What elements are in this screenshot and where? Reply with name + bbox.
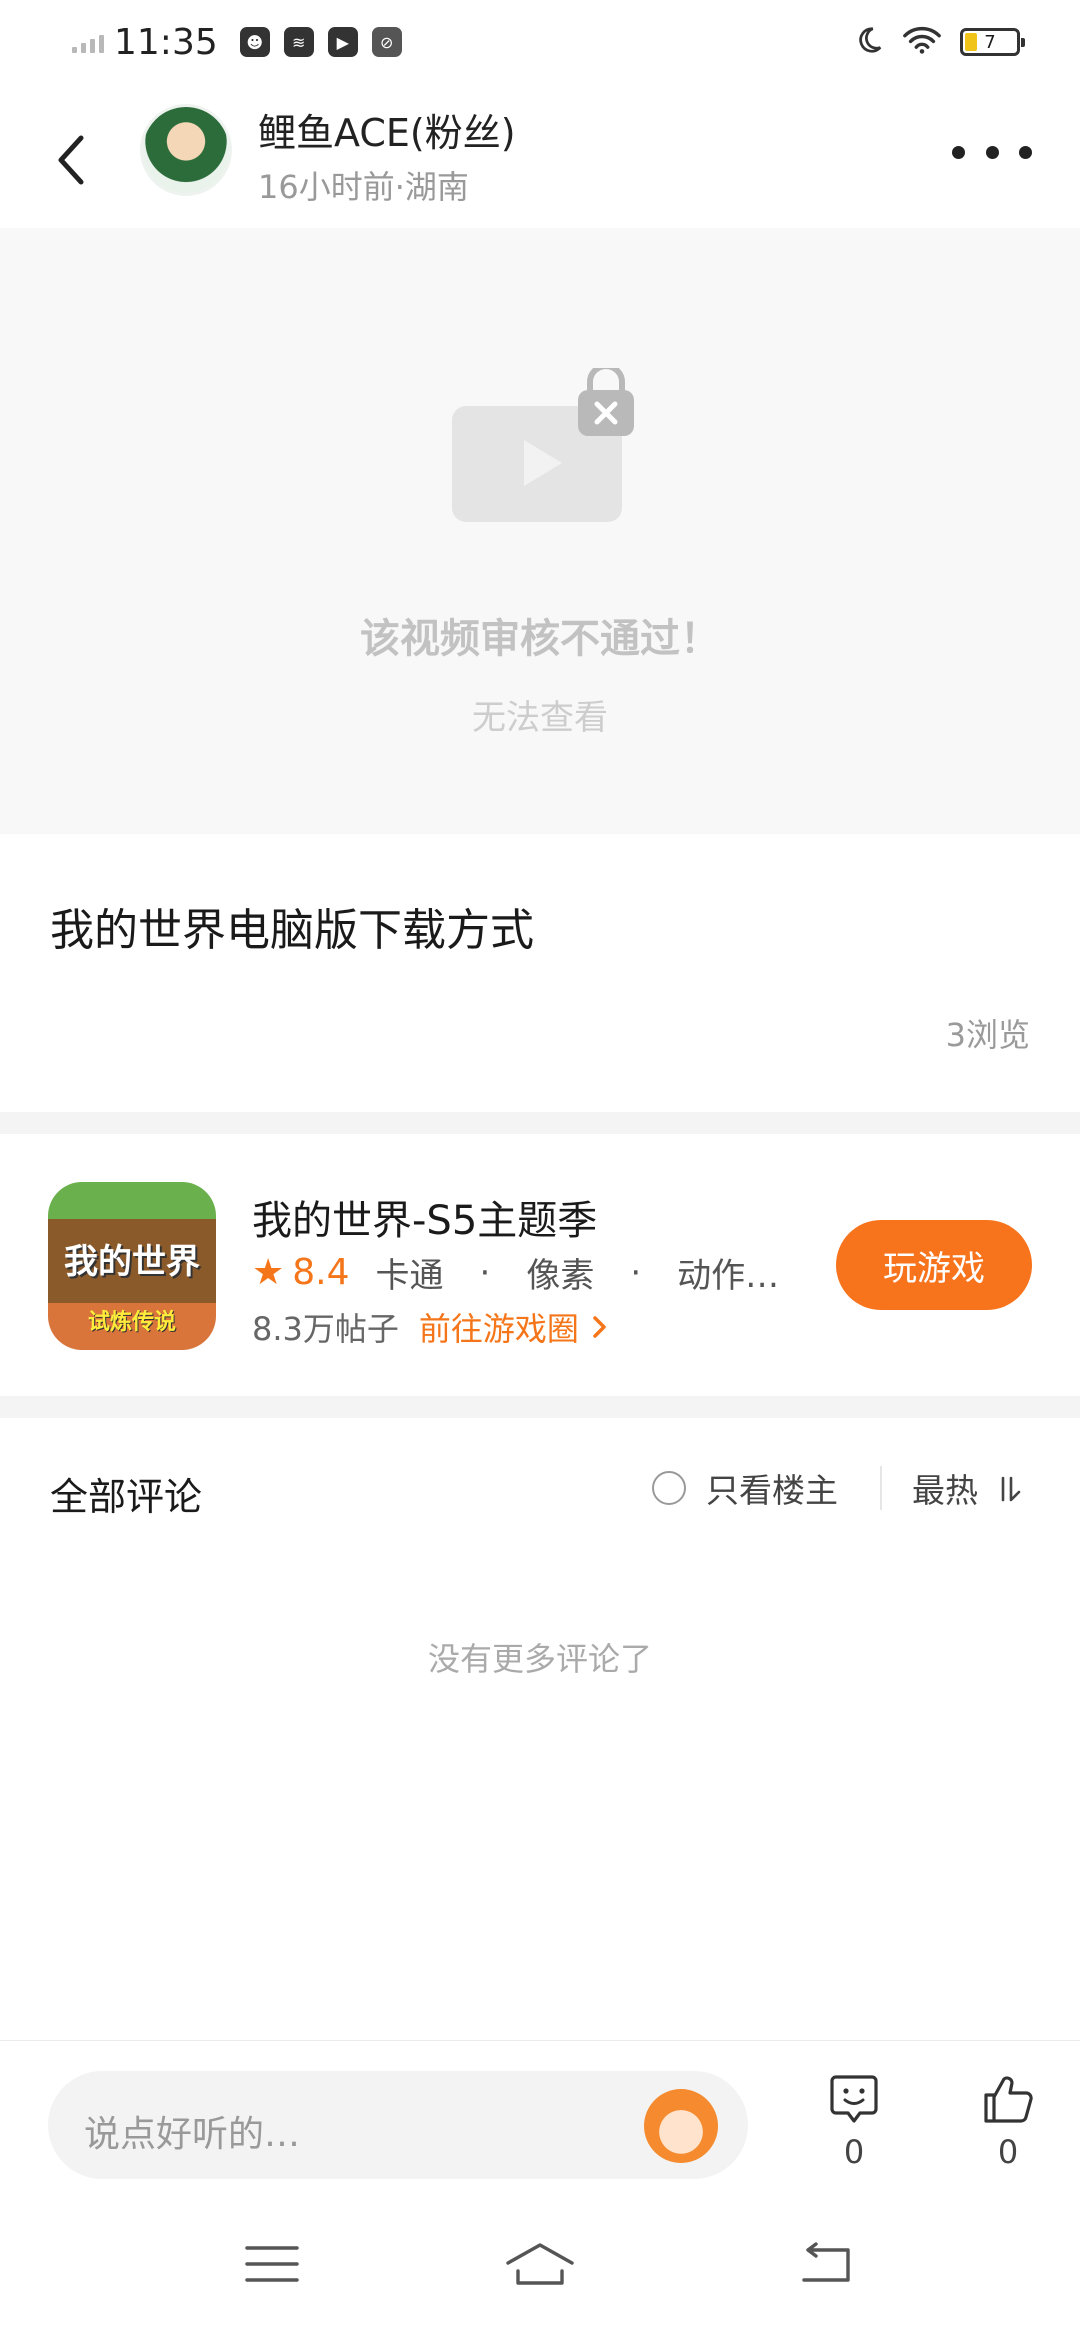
author-avatar[interactable] bbox=[140, 104, 232, 196]
radio-icon[interactable] bbox=[652, 1471, 686, 1505]
play-app-icon: ▶ bbox=[327, 27, 358, 57]
mascot-emoji-icon[interactable] bbox=[644, 2089, 718, 2163]
header-separator bbox=[880, 1466, 882, 1510]
game-tag: 像素 bbox=[526, 1256, 595, 1296]
menu-button[interactable] bbox=[232, 2234, 312, 2294]
go-to-circle-link[interactable]: 前往游戏圈 bbox=[419, 1304, 579, 1350]
game-name[interactable]: 我的世界-S5主题季 bbox=[252, 1188, 597, 1246]
comment-button[interactable]: 0 bbox=[804, 2071, 904, 2171]
game-icon[interactable]: 我的世界 试炼传说 bbox=[48, 1182, 216, 1350]
game-rating-row: ★ 8.4 卡通 · 像素 · 动作… bbox=[252, 1248, 779, 1297]
game-icon-subtitle: 试炼传说 bbox=[87, 1310, 176, 1335]
sort-label: 最热 bbox=[912, 1471, 978, 1510]
chevron-left-icon bbox=[58, 135, 84, 185]
section-divider bbox=[0, 1396, 1080, 1418]
game-posts-row: 8.3万帖子 前往游戏圈 bbox=[252, 1304, 611, 1350]
post-meta: 16小时前·湖南 bbox=[258, 168, 469, 206]
blocked-video-icon bbox=[452, 368, 634, 522]
app-notification-icon: ≋ bbox=[283, 27, 314, 57]
sort-icon bbox=[1001, 1476, 1020, 1502]
status-time: 11:35 bbox=[114, 21, 218, 63]
status-bar: 11:35 ☻ ≋ ▶ ⊘ 7 bbox=[0, 0, 1080, 84]
back-button[interactable] bbox=[40, 120, 100, 200]
signal-icon bbox=[72, 31, 104, 53]
comment-input[interactable]: 说点好听的… bbox=[48, 2071, 748, 2179]
view-count: 3浏览 bbox=[945, 1016, 1030, 1054]
return-icon bbox=[802, 2242, 850, 2282]
wifi-icon bbox=[902, 25, 942, 59]
video-player: 该视频审核不通过！ 无法查看 bbox=[0, 228, 1080, 834]
tag-separator: · bbox=[479, 1252, 491, 1293]
like-count: 0 bbox=[997, 2133, 1019, 2171]
tag-separator: · bbox=[630, 1252, 642, 1293]
comment-placeholder: 说点好听的… bbox=[84, 2114, 301, 2155]
bottom-action-bar: 说点好听的… 0 0 bbox=[0, 2040, 1080, 2190]
app-notification-icon: ⊘ bbox=[371, 27, 402, 57]
app-notification-icon: ☻ bbox=[239, 27, 270, 57]
comments-title: 全部评论 bbox=[50, 1475, 203, 1519]
back-nav-button[interactable] bbox=[786, 2234, 866, 2294]
more-dot bbox=[985, 145, 999, 159]
no-more-comments: 没有更多评论了 bbox=[427, 1640, 652, 1678]
game-tag: 卡通 bbox=[375, 1256, 444, 1296]
battery-level: 7 bbox=[984, 31, 996, 53]
more-dot bbox=[1019, 145, 1032, 159]
system-navigation-bar bbox=[0, 2190, 1080, 2340]
moon-icon bbox=[854, 25, 884, 59]
game-icon-title: 我的世界 bbox=[64, 1242, 200, 1282]
only-author-label: 只看楼主 bbox=[706, 1471, 838, 1510]
game-post-count: 8.3万帖子 bbox=[252, 1310, 399, 1348]
section-divider bbox=[0, 1112, 1080, 1134]
post-header: 鲤鱼ACE(粉丝) 16小时前·湖南 bbox=[0, 84, 1080, 228]
menu-icon bbox=[245, 2246, 299, 2282]
video-blocked-title: 该视频审核不通过！ bbox=[360, 616, 720, 662]
only-author-toggle[interactable]: 只看楼主 bbox=[652, 1464, 838, 1512]
play-game-button[interactable]: 玩游戏 bbox=[836, 1220, 1032, 1310]
chevron-right-icon bbox=[593, 1316, 606, 1338]
home-button[interactable] bbox=[500, 2234, 580, 2294]
comments-header: 全部评论 只看楼主 最热 bbox=[0, 1420, 1080, 1560]
comment-icon bbox=[830, 2075, 878, 2123]
more-dot bbox=[952, 145, 965, 159]
thumbs-up-icon bbox=[984, 2076, 1033, 2123]
home-icon bbox=[506, 2243, 574, 2285]
battery-icon: 7 bbox=[960, 28, 1025, 56]
star-icon: ★ bbox=[252, 1252, 285, 1293]
sort-button[interactable]: 最热 bbox=[912, 1464, 1023, 1512]
comment-count: 0 bbox=[843, 2133, 865, 2171]
video-blocked-subtitle: 无法查看 bbox=[472, 698, 608, 738]
author-name[interactable]: 鲤鱼ACE(粉丝) bbox=[258, 102, 516, 157]
game-score: 8.4 bbox=[292, 1252, 350, 1293]
post-title: 我的世界电脑版下载方式 bbox=[50, 905, 534, 956]
game-tag: 动作… bbox=[677, 1256, 780, 1296]
more-options-button[interactable] bbox=[952, 132, 1032, 172]
game-card[interactable]: 我的世界 试炼传说 我的世界-S5主题季 ★ 8.4 卡通 · 像素 · 动作…… bbox=[0, 1134, 1080, 1396]
like-button[interactable]: 0 bbox=[958, 2071, 1058, 2171]
